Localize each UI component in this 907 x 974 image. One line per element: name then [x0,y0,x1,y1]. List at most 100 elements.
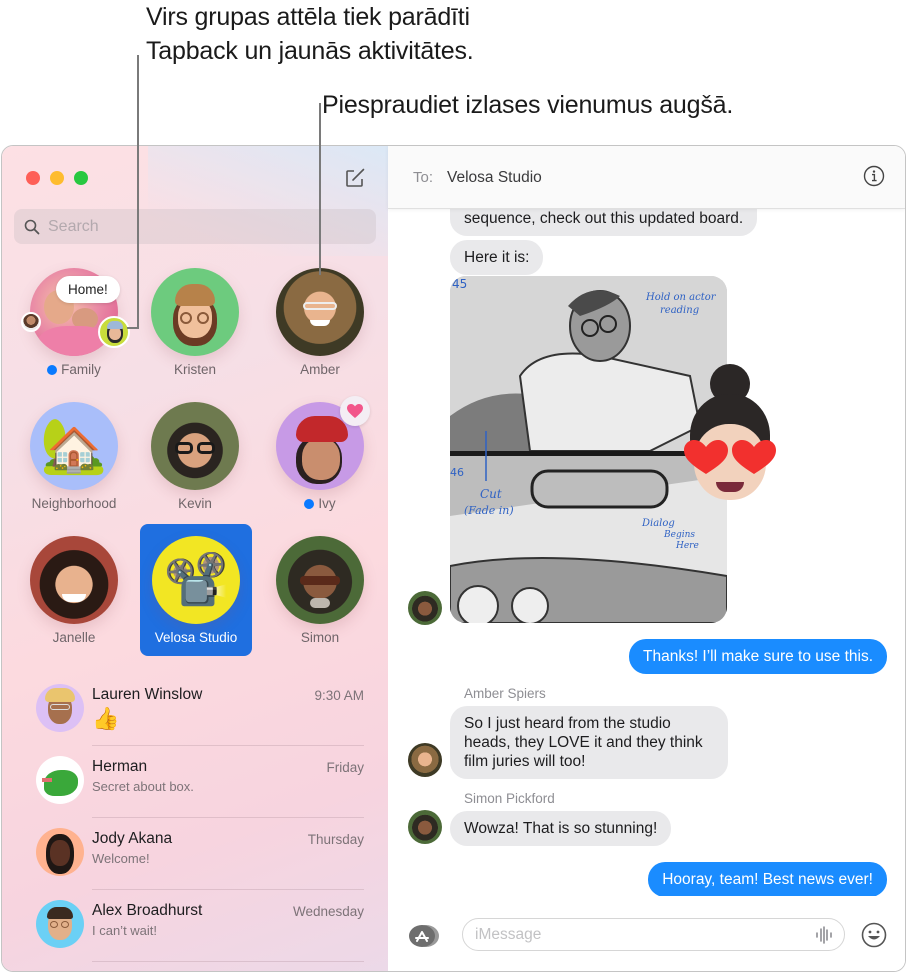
heart-eyes-icon [684,440,776,474]
contact-name: Alex Broadhurst [92,902,203,919]
pin-label: Janelle [52,630,96,645]
avatar-amber-spiers [408,743,442,777]
avatar-simon-pickford [408,810,442,844]
pinned-simon[interactable]: Simon [264,536,376,666]
pin-label: Amber [300,362,340,377]
message-preview: 👍 [92,706,120,731]
pinned-kristen[interactable]: Kristen [139,268,251,398]
avatar-simon-pickford [408,591,442,625]
pinned-amber[interactable]: Amber [264,268,376,398]
info-button[interactable] [863,165,885,187]
pin-label: Kevin [178,496,212,511]
conversation-pane: To: Velosa Studio sequence, check out th… [388,146,905,971]
avatar-janelle [30,536,118,624]
timestamp: Thursday [307,832,364,847]
timestamp: Wednesday [292,904,364,919]
pinned-kevin[interactable]: Kevin [139,402,251,532]
pinned-ivy[interactable]: Ivy [264,396,376,532]
app-store-icon [409,925,439,947]
callout-line-1: Virs grupas attēla tiek parādīti [146,3,470,31]
search-field[interactable] [14,209,376,244]
conversation-lauren-winslow[interactable]: Lauren Winslow 9:30 AM 👍 [2,674,388,746]
conversation-herman[interactable]: Herman Friday Secret about box. [2,746,388,818]
pin-label: Velosa Studio [154,630,238,645]
sender-name: Simon Pickford [464,791,555,806]
callout-group-tapback: Virs grupas attēla tiek parādīti Tapback… [146,0,474,68]
heart-icon [347,403,363,418]
smiley-icon [861,922,887,948]
divider [92,961,364,962]
avatar-simon [276,536,364,624]
compose-button[interactable] [344,167,366,189]
conversation-alex-broadhurst[interactable]: Alex Broadhurst Wednesday I can’t wait! [2,890,388,962]
annotation-hold: Hold on actor [645,292,717,303]
message-preview: Secret about box. [92,779,194,794]
to-label: To: [413,169,434,186]
search-input[interactable] [48,217,348,236]
minimize-button[interactable] [50,171,64,185]
avatar-velosa-studio: 📽️ [152,536,240,624]
sidebar: Home! Family Kristen [2,146,388,971]
pinned-neighborhood[interactable]: 🏡 Neighborhood [18,402,130,532]
avatar-kevin [151,402,239,490]
message-bubble: Here it is: [450,240,544,275]
chat-header: To: Velosa Studio [388,146,905,209]
avatar-amber [276,268,364,356]
conversation-jody-akana[interactable]: Jody Akana Thursday Welcome! [2,818,388,890]
avatar [36,828,84,876]
contact-name: Jody Akana [92,830,173,847]
search-icon [24,219,40,234]
memoji-sticker[interactable] [684,364,776,504]
unread-indicator [304,498,315,509]
info-icon [863,165,885,187]
pinned-velosa-studio[interactable]: 📽️ Velosa Studio [140,524,252,656]
avatar [36,684,84,732]
annotation-46: 46 [450,466,464,479]
message-bubble: So I just heard from the studio heads, t… [450,706,728,779]
pinned-family[interactable]: Home! Family [18,268,130,398]
house-icon: 🏡 [40,416,108,476]
avatar-neighborhood: 🏡 [30,402,118,490]
callout-pin-favorites: Piespraudiet izlases vienumus augšā. [322,91,734,119]
callout-connector-1-tick [127,327,139,329]
message-bubble: Wowza! That is so stunning! [450,811,672,846]
callout-connector-1 [137,55,139,328]
message-bubble-outgoing: Thanks! I’ll make sure to use this. [628,639,887,674]
annotation-reading: reading [660,305,699,316]
audio-message-button[interactable] [814,925,834,945]
app-store-button[interactable] [408,924,442,948]
timestamp: 9:30 AM [314,688,364,703]
avatar-kristen [151,268,239,356]
contact-name: Lauren Winslow [92,686,203,703]
svg-text:Begins: Begins [663,530,695,540]
waveform-icon [816,926,832,944]
avatar [36,756,84,804]
film-projector-icon: 📽️ [163,551,229,609]
message-input[interactable] [475,925,805,944]
timestamp: Friday [326,760,364,775]
contact-name: Herman [92,758,148,775]
emoji-button[interactable] [861,922,887,948]
compose-icon [346,168,365,187]
svg-text:Here: Here [675,541,699,551]
annotation-cut: Cut [480,487,502,501]
participant-avatar-small [21,312,41,332]
conversation-list: Lauren Winslow 9:30 AM 👍 Herman Friday S… [2,674,388,962]
recipient-name[interactable]: Velosa Studio [447,169,542,187]
message-field[interactable] [462,918,845,951]
sender-name: Amber Spiers [464,686,546,701]
message-preview: Welcome! [92,851,150,866]
message-preview: I can’t wait! [92,923,158,938]
zoom-button[interactable] [74,171,88,185]
pin-label: Family [18,362,130,377]
avatar [36,900,84,948]
pin-label: Kristen [173,362,217,377]
annotation-fade: (Fade in) [464,504,514,517]
close-button[interactable] [26,171,40,185]
pinned-janelle[interactable]: Janelle [18,536,130,666]
annotation-dialog: Dialog [641,518,675,529]
tapback-bubble: Home! [56,276,120,303]
recent-activity-avatar [98,316,130,348]
message-bubble-outgoing: Hooray, team! Best news ever! [648,862,887,897]
callout-connector-2 [319,103,321,275]
